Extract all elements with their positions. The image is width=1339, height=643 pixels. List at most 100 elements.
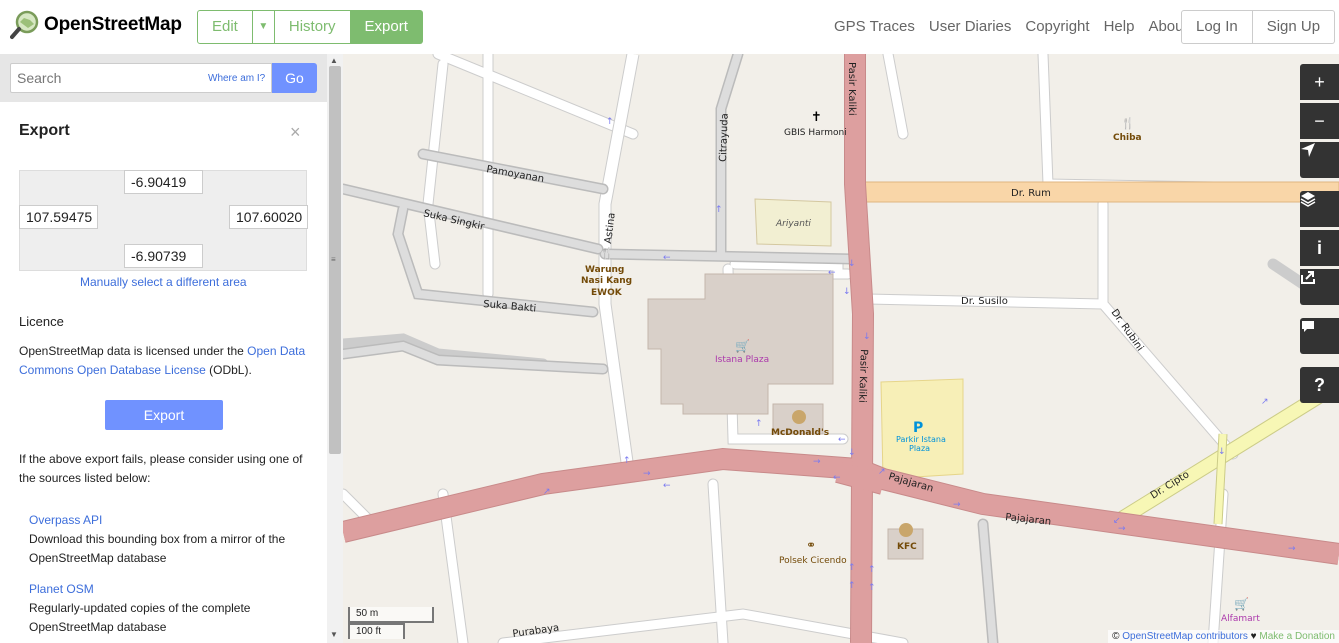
svg-text:↗: ↗ <box>1261 397 1269 407</box>
go-button[interactable]: Go <box>272 63 317 93</box>
overpass-link[interactable]: Overpass API <box>29 511 319 530</box>
attribution-prefix: © <box>1112 631 1123 642</box>
locate-button[interactable] <box>1300 142 1339 178</box>
poi-label: Alfamart <box>1221 614 1260 624</box>
svg-text:↑: ↑ <box>755 419 763 429</box>
login-button[interactable]: Log In <box>1181 10 1253 44</box>
svg-text:↓: ↓ <box>848 259 856 269</box>
search-bar: Where am I? Go <box>0 54 327 102</box>
max-lon-field[interactable]: 107.60020 <box>229 205 308 229</box>
info-icon: i <box>1316 238 1322 258</box>
comment-icon <box>1302 321 1314 332</box>
auth-buttons: Log In Sign Up <box>1181 10 1336 44</box>
shop-icon: 🛒 <box>1234 597 1249 611</box>
note-button[interactable] <box>1300 318 1339 354</box>
where-am-i-link[interactable]: Where am I? <box>208 73 265 84</box>
max-lat-field[interactable]: -6.90419 <box>124 170 203 194</box>
signup-button[interactable]: Sign Up <box>1252 10 1336 44</box>
map-key-button[interactable]: i <box>1300 230 1339 266</box>
poi-label: Ariyanti <box>775 219 811 229</box>
nav-help[interactable]: Help <box>1104 18 1135 35</box>
parking-icon: P <box>913 420 923 436</box>
svg-text:↓: ↓ <box>863 332 871 342</box>
zoom-in-button[interactable]: + <box>1300 64 1339 100</box>
svg-text:↗: ↗ <box>543 487 551 497</box>
osm-logo-icon <box>10 10 40 40</box>
edit-button[interactable]: Edit <box>197 10 253 44</box>
min-lon-field[interactable]: 107.59475 <box>19 205 98 229</box>
fast-food-icon <box>792 410 806 424</box>
svg-text:↑: ↑ <box>868 565 876 575</box>
top-header: OpenStreetMap Edit ▼ History Export GPS … <box>0 0 1339 54</box>
history-button[interactable]: History <box>274 10 351 44</box>
layers-icon <box>1300 192 1316 207</box>
nav-user-diaries[interactable]: User Diaries <box>929 18 1012 35</box>
zoom-out-button[interactable]: − <box>1300 103 1339 139</box>
svg-text:↓: ↓ <box>1218 447 1226 457</box>
map-view[interactable]: ↑ ↑ ↓ ← ← ↓ ↓ ↑ ← ↑ → ← ↗ → ← ↓ ↗ → → → … <box>343 54 1339 643</box>
share-button[interactable] <box>1300 269 1339 305</box>
svg-text:←: ← <box>663 253 671 263</box>
svg-text:↑: ↑ <box>848 563 856 573</box>
poi-label: Polsek Cicendo <box>779 556 847 566</box>
licence-pre: OpenStreetMap data is licensed under the <box>19 344 248 358</box>
query-features-button[interactable]: ? <box>1300 367 1339 403</box>
licence-heading: Licence <box>19 314 64 329</box>
poi-label: Plaza <box>909 444 930 453</box>
manual-select-link[interactable]: Manually select a different area <box>80 275 247 289</box>
svg-text:→: → <box>643 469 651 479</box>
fast-food-icon <box>899 523 913 537</box>
poi-label: Chiba <box>1113 133 1142 143</box>
scroll-up-icon[interactable]: ▲ <box>330 56 338 65</box>
donate-link[interactable]: Make a Donation <box>1259 631 1335 642</box>
svg-text:←: ← <box>828 268 836 278</box>
svg-text:→: → <box>1288 544 1296 554</box>
street-label: Dr. Susilo <box>961 296 1008 307</box>
logo[interactable]: OpenStreetMap <box>10 10 182 40</box>
sidebar: Where am I? Go Export × -6.90419 107.594… <box>0 54 343 643</box>
scroll-grip-icon: ≡ <box>331 255 336 264</box>
street-label: Dr. Rum <box>1011 188 1051 199</box>
nav-gps-traces[interactable]: GPS Traces <box>834 18 915 35</box>
attribution: © OpenStreetMap contributors ♥ Make a Do… <box>1108 630 1339 643</box>
street-label: Pasir Kaliki <box>846 62 857 116</box>
site-title: OpenStreetMap <box>44 14 182 35</box>
svg-text:↙: ↙ <box>1113 516 1121 526</box>
svg-text:→: → <box>813 457 821 467</box>
poi-label: KFC <box>897 542 917 552</box>
min-lat-field[interactable]: -6.90739 <box>124 244 203 268</box>
fail-text: If the above export fails, please consid… <box>19 452 303 485</box>
share-icon <box>1301 271 1315 284</box>
map-canvas[interactable]: ↑ ↑ ↓ ← ← ↓ ↓ ↑ ← ↑ → ← ↗ → ← ↓ ↗ → → → … <box>343 54 1339 643</box>
poi-label: McDonald's <box>771 428 829 438</box>
layers-button[interactable] <box>1300 191 1339 227</box>
restaurant-icon: 🍴 <box>1121 117 1135 130</box>
export-tab-button[interactable]: Export <box>350 10 423 44</box>
police-icon: ⚭ <box>806 538 816 552</box>
edit-dropdown-caret-icon[interactable]: ▼ <box>252 10 275 44</box>
svg-text:←: ← <box>663 481 671 491</box>
svg-text:↓: ↓ <box>848 448 856 458</box>
scale-bar: 50 m 100 ft <box>348 607 434 639</box>
secondary-nav: GPS Traces User Diaries Copyright Help A… <box>834 18 1202 35</box>
overpass-desc: Download this bounding box from a mirror… <box>29 532 286 565</box>
osm-contributors-link[interactable]: OpenStreetMap contributors <box>1122 631 1248 642</box>
bounding-box: -6.90419 107.59475 107.60020 -6.90739 <box>19 170 308 271</box>
svg-text:↓: ↓ <box>843 287 851 297</box>
svg-text:↑: ↑ <box>868 583 876 593</box>
svg-text:↑: ↑ <box>715 205 723 215</box>
locate-arrow-icon <box>1301 143 1315 157</box>
close-icon[interactable]: × <box>290 122 301 143</box>
poi-label: GBIS Harmoni <box>784 128 847 138</box>
poi-label: Istana Plaza <box>715 355 769 365</box>
poi-label: Warung <box>585 265 624 275</box>
export-button[interactable]: Export <box>105 400 223 430</box>
nav-copyright[interactable]: Copyright <box>1025 18 1089 35</box>
svg-text:→: → <box>953 500 961 510</box>
planet-link[interactable]: Planet OSM <box>29 580 319 599</box>
street-label: Citrayuda <box>718 113 731 162</box>
scroll-down-icon[interactable]: ▼ <box>330 630 338 639</box>
attribution-heart: ♥ <box>1247 631 1260 642</box>
export-panel: Export × -6.90419 107.59475 107.60020 -6… <box>0 102 327 643</box>
svg-text:↗: ↗ <box>878 467 886 477</box>
